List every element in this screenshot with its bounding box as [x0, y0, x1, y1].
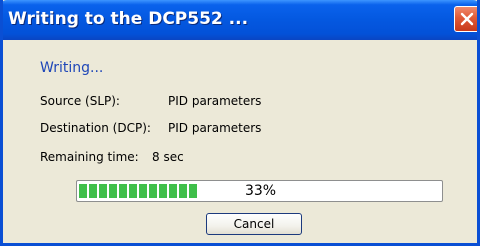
- remaining-time-value: 8 sec: [152, 150, 184, 164]
- destination-label: Destination (DCP):: [40, 121, 151, 135]
- status-text: Writing...: [40, 60, 104, 76]
- cancel-button[interactable]: Cancel: [206, 213, 302, 235]
- destination-value: PID parameters: [168, 121, 262, 135]
- dialog-window: Writing to the DCP552 ... Writing... Sou…: [0, 0, 480, 246]
- progress-percent: 33%: [244, 183, 277, 199]
- remaining-time-label: Remaining time:: [40, 150, 139, 164]
- progress-bar: 33%: [76, 180, 443, 202]
- dialog-content: Writing... Source (SLP): PID parameters …: [3, 40, 477, 243]
- close-button[interactable]: [454, 6, 477, 32]
- source-value: PID parameters: [168, 94, 262, 108]
- window-title: Writing to the DCP552 ...: [8, 9, 249, 29]
- title-bar[interactable]: Writing to the DCP552 ...: [3, 0, 477, 40]
- source-label: Source (SLP):: [40, 94, 120, 108]
- close-icon: [460, 12, 474, 26]
